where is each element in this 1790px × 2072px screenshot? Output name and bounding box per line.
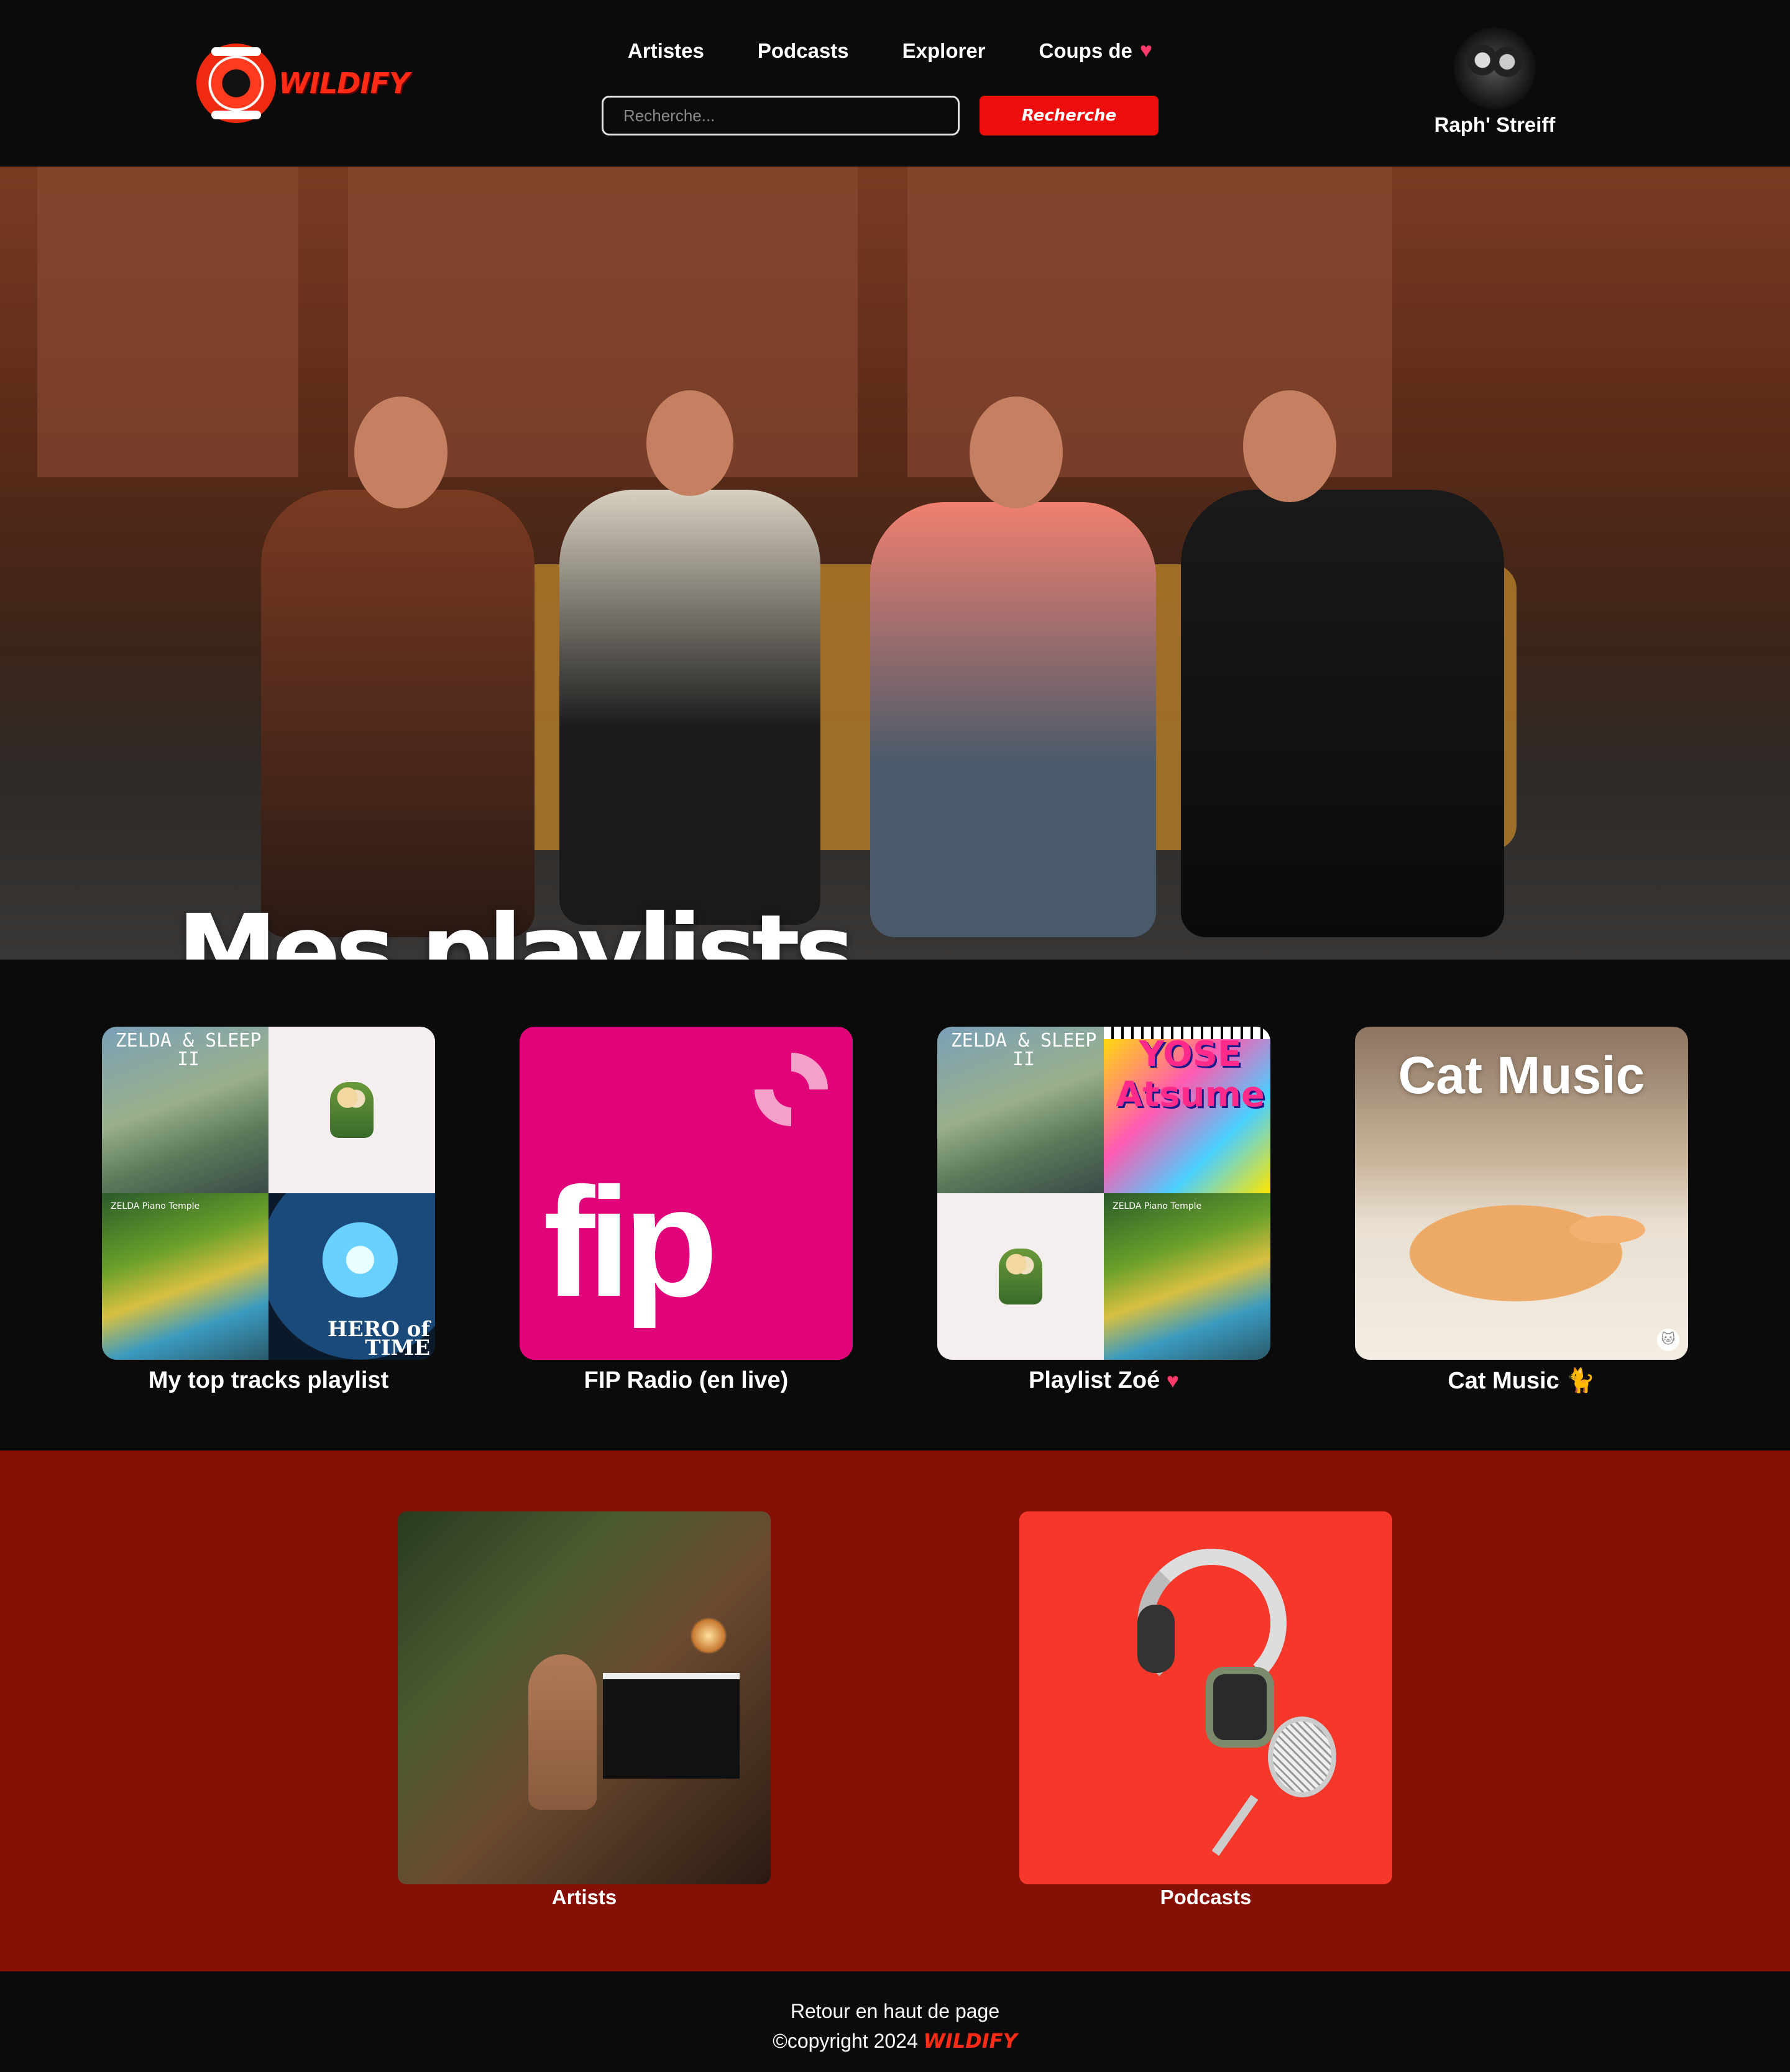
hero-banner: Mes playlists	[0, 167, 1790, 960]
band-member	[870, 502, 1156, 937]
page-title: Mes playlists	[177, 894, 855, 960]
band-member-head	[1243, 390, 1336, 502]
vinyl-logo-icon	[196, 44, 276, 123]
playlist-card-fip[interactable]: fip FIP Radio (en live)	[520, 1027, 853, 1394]
band-member	[559, 490, 820, 925]
search-input[interactable]	[602, 96, 960, 135]
cover-text: HERO of TIME	[327, 1317, 430, 1360]
playlist-cover: ZELDA & SLEEP II YOSE Atsume ZELDA Piano…	[937, 1027, 1270, 1360]
back-to-top-link[interactable]: Retour en haut de page	[0, 1996, 1790, 2026]
album-art-chibi	[937, 1193, 1104, 1360]
album-art-hero-of-time: HERO of TIME	[268, 1193, 435, 1360]
nav-artistes[interactable]: Artistes	[628, 39, 704, 63]
nav-label: Coups de	[1039, 39, 1132, 62]
site-header: WILDIFY Artistes Podcasts Explorer Coups…	[0, 0, 1790, 167]
user-name: Raph' Streiff	[1434, 113, 1556, 136]
playlist-label: FIP Radio (en live)	[584, 1367, 789, 1393]
band-member-head	[646, 390, 733, 496]
band-member	[1181, 490, 1504, 937]
album-art-piano-temple: ZELDA Piano Temple	[102, 1193, 268, 1360]
playlist-cover: Cat Music 🐱	[1355, 1027, 1688, 1360]
site-footer: Retour en haut de page ©copyright 2024 W…	[0, 1971, 1790, 2072]
album-art-piano-temple: ZELDA Piano Temple	[1104, 1193, 1270, 1360]
playlist-card-top-tracks[interactable]: ZELDA & SLEEP II ZELDA Piano Temple HERO…	[102, 1027, 435, 1394]
cover-text: ZELDA Piano Temple	[111, 1201, 200, 1211]
nav-label: Artistes	[628, 39, 704, 62]
microphone-icon	[1268, 1717, 1336, 1797]
category-card-artists[interactable]: Artists	[398, 1511, 771, 1909]
heart-icon: ♥	[1139, 39, 1153, 62]
wall-panel	[37, 167, 298, 477]
logo-text: WILDIFY	[278, 66, 410, 100]
sleeping-cat-image	[1398, 1188, 1659, 1306]
fip-logo-icon	[754, 1052, 828, 1127]
categories-section: Artists Podcasts	[0, 1451, 1790, 1971]
cat-icon: 🐈	[1566, 1368, 1595, 1394]
band-member-head	[354, 397, 448, 508]
cover-text: ZELDA Piano Temple	[1113, 1201, 1202, 1211]
cover-text: ZELDA & SLEEP II	[950, 1030, 1097, 1070]
playlist-label-text: Cat Music	[1448, 1368, 1559, 1394]
playlist-label: Playlist Zoé ♥	[937, 1367, 1270, 1394]
copyright: ©copyright 2024 WILDIFY	[0, 2026, 1790, 2056]
nav-label: Explorer	[902, 39, 986, 62]
cover-text: fip	[543, 1155, 718, 1329]
nav-explorer[interactable]: Explorer	[902, 39, 986, 63]
playlists-section: ZELDA & SLEEP II ZELDA Piano Temple HERO…	[0, 960, 1790, 1451]
album-art-chibi	[268, 1027, 435, 1193]
playlist-label: Cat Music 🐈	[1355, 1367, 1688, 1395]
playlist-label: My top tracks playlist	[148, 1367, 389, 1393]
album-art-zelda-sleep: ZELDA & SLEEP II	[102, 1027, 268, 1193]
nav-coups-de-coeur[interactable]: Coups de ♥	[1039, 39, 1153, 63]
category-label: Podcasts	[1160, 1886, 1252, 1909]
search-button[interactable]: Recherche	[980, 96, 1159, 135]
playlist-label-text: Playlist Zoé	[1029, 1367, 1160, 1393]
artists-image	[398, 1511, 771, 1884]
category-label: Artists	[551, 1886, 617, 1909]
cover-text: YOSE Atsume	[1116, 1034, 1265, 1115]
nav-label: Podcasts	[757, 39, 849, 62]
playlist-cover: fip	[520, 1027, 853, 1360]
heart-icon: ♥	[1166, 1369, 1179, 1393]
playlist-card-zoe[interactable]: ZELDA & SLEEP II YOSE Atsume ZELDA Piano…	[937, 1027, 1270, 1394]
wildify-logo[interactable]: WILDIFY	[196, 44, 410, 123]
user-profile[interactable]: Raph' Streiff	[1430, 27, 1560, 137]
album-art-yose-atsume: YOSE Atsume	[1104, 1027, 1270, 1193]
footer-brand: WILDIFY	[923, 2029, 1017, 2053]
album-art-zelda-sleep: ZELDA & SLEEP II	[937, 1027, 1104, 1193]
cover-text: Cat Music	[1398, 1046, 1645, 1104]
podcasts-image	[1019, 1511, 1392, 1884]
band-member	[261, 490, 535, 937]
category-card-podcasts[interactable]: Podcasts	[1019, 1511, 1392, 1909]
avatar	[1454, 27, 1536, 109]
playlist-card-cat-music[interactable]: Cat Music 🐱 Cat Music 🐈	[1355, 1027, 1688, 1395]
cover-text: ZELDA & SLEEP II	[115, 1030, 262, 1070]
main-nav: Artistes Podcasts Explorer Coups de ♥	[628, 39, 1152, 63]
cat-badge-icon: 🐱	[1657, 1329, 1679, 1351]
playlist-cover: ZELDA & SLEEP II ZELDA Piano Temple HERO…	[102, 1027, 435, 1360]
nav-podcasts[interactable]: Podcasts	[758, 39, 849, 63]
band-member-head	[970, 397, 1063, 508]
copyright-text: ©copyright 2024	[773, 2030, 918, 2052]
